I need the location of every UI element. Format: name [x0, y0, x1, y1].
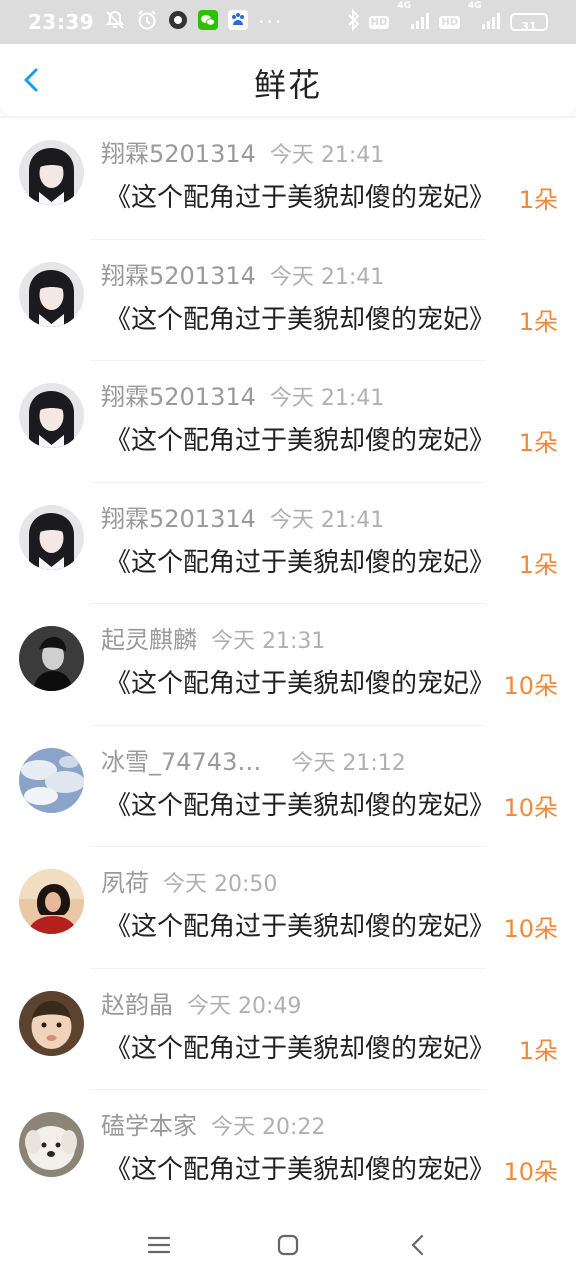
sent-time: 今天 21:41 — [269, 143, 385, 168]
sender-name-text: 翔霖5201314 — [101, 261, 256, 290]
sender-name: 夙荷 今天 20:50 — [101, 863, 277, 898]
battery-level: 31 — [521, 20, 537, 33]
bluetooth-icon — [347, 8, 361, 35]
sender-name-text: 磕学本家 — [101, 1112, 197, 1140]
sent-time: 今天 21:41 — [269, 386, 385, 411]
flower-count: 10朵 — [503, 672, 558, 700]
list-item[interactable]: 翔霖5201314 今天 21:41 《这个配角过于美貌却傻的宠妃》 1朵 — [0, 118, 576, 240]
status-time: 23:39 — [28, 10, 95, 34]
more-notifications: ··· — [258, 10, 284, 34]
sent-time: 今天 21:31 — [211, 629, 326, 654]
avatar[interactable] — [19, 626, 84, 691]
avatar[interactable] — [19, 747, 84, 813]
hd-badge: HD — [368, 15, 390, 29]
sender-name: 赵韵晶 今天 20:49 — [101, 985, 301, 1020]
list-item[interactable]: 翔霖5201314 今天 21:41 《这个配角过于美貌却傻的宠妃》 1朵 — [0, 361, 576, 483]
sent-time: 今天 21:41 — [269, 264, 385, 290]
flower-gift-list: 翔霖5201314 今天 21:41 《这个配角过于美貌却傻的宠妃》 1朵 翔霖5… — [0, 118, 576, 1212]
avatar[interactable] — [19, 140, 84, 205]
avatar[interactable] — [19, 990, 84, 1056]
signal-icon-2: 4G — [468, 1, 502, 34]
avatar[interactable] — [19, 869, 84, 934]
book-title: 《这个配角过于美貌却傻的宠妃》 — [105, 912, 496, 942]
list-item[interactable]: 赵韵晶 今天 20:49 《这个配角过于美貌却傻的宠妃》 1朵 — [0, 969, 576, 1090]
sent-time: 今天 20:50 — [163, 872, 278, 897]
bell-off-icon — [104, 9, 126, 35]
flower-count: 1朵 — [518, 550, 558, 579]
menu-icon — [147, 1236, 171, 1254]
status-bar-left: 23:39 ··· — [28, 8, 283, 36]
flower-count: 10朵 — [503, 915, 558, 943]
status-bar-right: HD 4G HD 4G 31 — [347, 1, 548, 36]
book-title: 《这个配角过于美貌却傻的宠妃》 — [105, 669, 496, 699]
book-title: 《这个配角过于美貌却傻的宠妃》 — [105, 304, 496, 335]
book-title: 《这个配角过于美貌却傻的宠妃》 — [105, 790, 496, 821]
back-triangle-icon — [411, 1234, 424, 1256]
page-title: 鲜花 — [253, 66, 322, 104]
hd-badge-2: HD — [439, 15, 460, 29]
status-bar: 23:39 ··· HD 4G HD 4G 31 — [0, 0, 576, 44]
system-back-button[interactable] — [403, 1230, 433, 1260]
battery-icon: 31 — [510, 13, 548, 33]
sender-name: 翔霖5201314 今天 21:41 — [101, 134, 384, 169]
sender-name: 翔霖5201314 今天 21:41 — [101, 499, 384, 534]
system-navigation-bar — [0, 1208, 576, 1280]
sender-name-text: 翔霖5201314 — [101, 383, 256, 411]
recent-apps-button[interactable] — [144, 1230, 174, 1260]
sender-name-text: 冰雪_74743… — [101, 747, 262, 776]
sender-name: 翔霖5201314 今天 21:41 — [101, 377, 384, 412]
list-item[interactable]: 起灵麒麟 今天 21:31 《这个配角过于美貌却傻的宠妃》 10朵 — [0, 604, 576, 726]
sender-name: 冰雪_74743… 今天 21:12 — [101, 742, 406, 777]
wechat-icon — [198, 10, 219, 34]
home-button[interactable] — [273, 1230, 303, 1260]
sender-name-text: 赵韵晶 — [101, 990, 173, 1019]
book-title: 《这个配角过于美貌却傻的宠妃》 — [105, 426, 496, 456]
alarm-icon — [136, 9, 158, 35]
list-item[interactable]: 翔霖5201314 今天 21:41 《这个配角过于美貌却傻的宠妃》 1朵 — [0, 240, 576, 361]
list-item[interactable]: 翔霖5201314 今天 21:41 《这个配角过于美貌却傻的宠妃》 1朵 — [0, 483, 576, 604]
baidu-icon — [228, 10, 249, 34]
flower-count: 10朵 — [503, 793, 558, 822]
sender-name: 起灵麒麟 今天 21:31 — [101, 620, 325, 655]
list-item[interactable]: 磕学本家 今天 20:22 《这个配角过于美貌却傻的宠妃》 10朵 — [0, 1090, 576, 1212]
list-item[interactable]: 冰雪_74743… 今天 21:12 《这个配角过于美貌却傻的宠妃》 10朵 — [0, 726, 576, 847]
flower-count: 1朵 — [518, 1036, 558, 1065]
network-type-2: 4G — [468, 1, 482, 11]
app-header: 鲜花 — [0, 44, 576, 116]
signal-icon: 4G — [397, 1, 431, 34]
flower-count: 10朵 — [503, 1158, 558, 1186]
sent-time: 今天 21:41 — [269, 507, 385, 533]
flower-count: 1朵 — [518, 186, 558, 214]
book-title: 《这个配角过于美貌却傻的宠妃》 — [105, 1155, 496, 1185]
sender-name: 翔霖5201314 今天 21:41 — [101, 256, 384, 291]
network-type: 4G — [397, 1, 411, 11]
list-item[interactable]: 夙荷 今天 20:50 《这个配角过于美貌却傻的宠妃》 10朵 — [0, 847, 576, 969]
sender-name-text: 夙荷 — [101, 869, 149, 897]
avatar[interactable] — [19, 383, 84, 448]
avatar[interactable] — [19, 504, 84, 570]
sent-time: 今天 21:12 — [291, 750, 406, 776]
book-title: 《这个配角过于美貌却傻的宠妃》 — [105, 547, 496, 578]
sender-name-text: 翔霖5201314 — [101, 140, 256, 168]
sender-name: 磕学本家 今天 20:22 — [101, 1106, 325, 1141]
sender-name-text: 起灵麒麟 — [101, 626, 197, 654]
app-notification-icon — [168, 10, 188, 34]
book-title: 《这个配角过于美貌却傻的宠妃》 — [105, 1033, 496, 1064]
book-title: 《这个配角过于美貌却傻的宠妃》 — [105, 183, 496, 213]
flower-count: 1朵 — [518, 307, 558, 336]
sent-time: 今天 20:22 — [211, 1115, 326, 1140]
avatar[interactable] — [19, 1112, 84, 1177]
sender-name-text: 翔霖5201314 — [101, 504, 256, 533]
flower-count: 1朵 — [518, 429, 558, 457]
sent-time: 今天 20:49 — [187, 993, 302, 1019]
home-square-icon — [277, 1234, 299, 1256]
avatar[interactable] — [19, 261, 84, 327]
